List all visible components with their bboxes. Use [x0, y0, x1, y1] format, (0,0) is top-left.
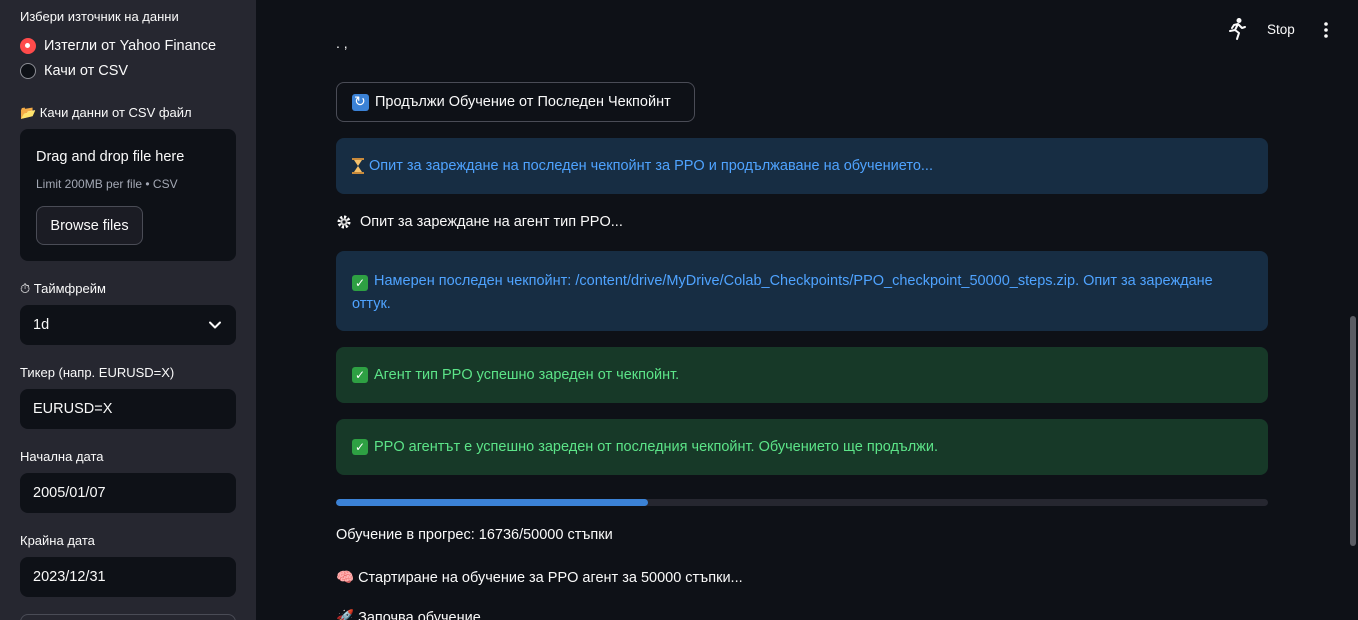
begins-training-text: 🚀 Започва обучение...: [336, 610, 493, 620]
hourglass-icon: [352, 158, 364, 174]
success-agent-text: Агент тип PPO успешно зареден от чекпойн…: [374, 367, 680, 383]
clipped-text: . ,: [336, 44, 348, 60]
radio-csv[interactable]: Качи от CSV: [20, 63, 128, 79]
sidebar: Избери източник на данни Изтегли от Yaho…: [0, 0, 256, 620]
sidebar-next-button[interactable]: [20, 614, 236, 620]
browse-files-button[interactable]: Browse files: [36, 206, 143, 245]
resume-training-label: Продължи Обучение от Последен Чекпойнт: [375, 94, 671, 110]
success-alert-agent: ✓ Агент тип PPO успешно зареден от чекпо…: [336, 347, 1268, 403]
agent-loading-line: Опит за зареждане на агент тип PPO...: [336, 214, 623, 230]
start-date-input[interactable]: 2005/01/07: [20, 473, 236, 513]
check-icon: ✓: [352, 439, 368, 455]
radio-yahoo-label: Изтегли от Yahoo Finance: [44, 38, 217, 54]
gear-icon: [337, 215, 351, 229]
file-uploader-dropzone[interactable]: Drag and drop file here Limit 200MB per …: [20, 129, 236, 261]
chevron-down-icon: [209, 321, 221, 329]
start-date-label: Начална дата: [20, 449, 104, 464]
ticker-input[interactable]: EURUSD=X: [20, 389, 236, 429]
end-date-input[interactable]: 2023/12/31: [20, 557, 236, 597]
start-date-value: 2005/01/07: [33, 485, 106, 501]
timeframe-select[interactable]: 1d: [20, 305, 236, 345]
agent-loading-text: Опит за зареждане на агент тип PPO...: [360, 214, 623, 230]
info-alert-found: ✓ Намерен последен чекпойнт: /content/dri…: [336, 251, 1268, 331]
training-progress-bar: [336, 499, 1268, 506]
end-date-label: Крайна дата: [20, 533, 95, 548]
info-found-text: Намерен последен чекпойнт: /content/driv…: [352, 273, 1213, 312]
resume-training-button[interactable]: Продължи Обучение от Последен Чекпойнт: [336, 82, 695, 122]
radio-yahoo[interactable]: Изтегли от Yahoo Finance: [20, 38, 216, 54]
timeframe-value: 1d: [33, 317, 50, 333]
uploader-limit: Limit 200MB per file • CSV: [36, 177, 178, 191]
csv-upload-label: 📂 Качи данни от CSV файл: [20, 105, 192, 120]
progress-fill: [336, 499, 648, 506]
ticker-label: Тикер (напр. EURUSD=X): [20, 365, 175, 380]
uploader-title: Drag and drop file here: [36, 149, 185, 165]
radio-csv-label: Качи от CSV: [44, 63, 129, 79]
success-resume-text: PPO агентът е успешно зареден от последн…: [374, 439, 939, 455]
ticker-value: EURUSD=X: [33, 401, 113, 417]
info-loading-text: Опит за зареждане на последен чекпойнт з…: [369, 158, 933, 174]
end-date-value: 2023/12/31: [33, 569, 106, 585]
kebab-menu-icon[interactable]: [1318, 20, 1334, 40]
timeframe-label: ⏱ Таймфрейм: [20, 281, 106, 296]
stop-button[interactable]: Stop: [1267, 22, 1295, 37]
source-label: Избери източник на данни: [20, 9, 179, 24]
check-icon: ✓: [352, 367, 368, 383]
radio-checked-icon[interactable]: [20, 38, 36, 54]
radio-unchecked-icon[interactable]: [20, 63, 36, 79]
progress-text: Обучение в прогрес: 16736/50000 стъпки: [336, 527, 613, 543]
refresh-icon: [352, 93, 369, 111]
check-icon: ✓: [352, 275, 368, 291]
start-training-text: 🧠 Стартиране на обучение за PPO агент за…: [336, 570, 743, 586]
success-alert-resume: ✓ PPO агентът е успешно зареден от после…: [336, 419, 1268, 475]
running-man-icon: [1229, 18, 1246, 40]
info-alert-loading: Опит за зареждане на последен чекпойнт з…: [336, 138, 1268, 194]
main-scrollbar[interactable]: [1350, 316, 1356, 546]
